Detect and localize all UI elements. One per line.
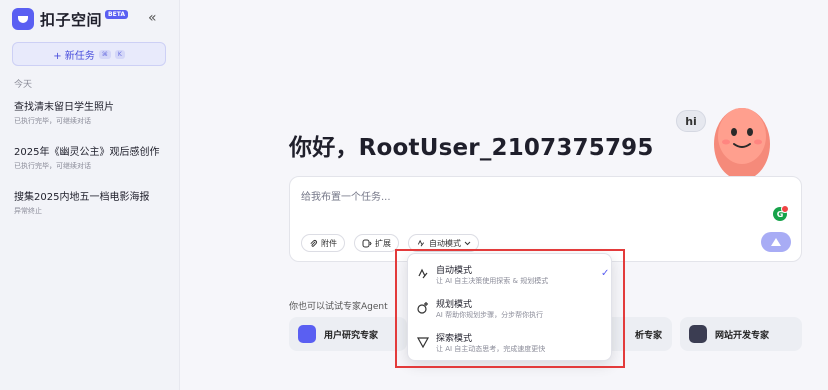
section-today: 今天 [14, 80, 33, 90]
send-icon [771, 238, 781, 246]
beta-badge: BETA [105, 9, 128, 19]
app-name: 扣子空间 [40, 10, 103, 29]
history-title: 2025年《幽灵公主》观后感创作 [14, 147, 160, 158]
brand[interactable]: 扣子空间 BETA [12, 8, 128, 30]
history-title: 查找清末留日学生照片 [14, 102, 114, 113]
shortcut-key: ⌘ [98, 49, 111, 59]
attach-label: 附件 [321, 238, 337, 248]
history-item[interactable]: 查找清末留日学生照片 已执行完毕，可继续对话 [14, 98, 174, 126]
history-item[interactable]: 2025年《幽灵公主》观后感创作 已执行完毕，可继续对话 [14, 143, 174, 171]
sidebar: 扣子空间 BETA « + 新任务 ⌘ K 今天 查找清末留日学生照片 已执行完… [0, 0, 180, 390]
grammarly-icon[interactable]: G [773, 205, 789, 221]
history-item[interactable]: 搜集2025内地五一档电影海报 异常终止 [14, 188, 174, 216]
task-input[interactable]: 给我布置一个任务... [301, 188, 391, 203]
extend-button[interactable]: 扩展 [354, 234, 399, 252]
collapse-sidebar-icon[interactable]: « [148, 10, 157, 26]
paperclip-icon [310, 239, 317, 247]
extend-icon [362, 239, 372, 247]
history-status: 已执行完毕，可继续对话 [14, 162, 91, 170]
expert-label: 网站开发专家 [715, 330, 770, 341]
hi-speech-bubble: hi [676, 110, 706, 132]
app-logo-icon [12, 8, 34, 30]
send-button[interactable] [761, 232, 791, 252]
history-status: 已执行完毕，可继续对话 [14, 117, 91, 125]
expert-card[interactable]: 网站开发专家 [680, 317, 802, 351]
user-research-icon [298, 325, 316, 343]
history-title: 搜集2025内地五一档电影海报 [14, 192, 150, 203]
mode-label: 自动模式 [429, 238, 461, 248]
expert-card[interactable]: 用户研究专家 [289, 317, 407, 351]
expert-label: 用户研究专家 [324, 330, 379, 341]
attach-button[interactable]: 附件 [301, 234, 345, 252]
extend-label: 扩展 [375, 238, 391, 248]
chevron-down-icon [464, 241, 471, 245]
history-status: 异常终止 [14, 207, 42, 215]
expert-section-label: 你也可以试试专家Agent [289, 302, 388, 312]
shortcut-key: K [114, 49, 125, 59]
mascot-icon [714, 108, 770, 180]
new-task-button[interactable]: + 新任务 ⌘ K [12, 42, 166, 66]
new-task-label: + 新任务 [53, 50, 95, 62]
expert-label: 析专家 [634, 330, 662, 341]
greeting-title: 你好，RootUser_2107375795 [289, 135, 654, 161]
web-dev-icon [689, 325, 707, 343]
auto-mode-icon [417, 239, 425, 246]
highlight-box [395, 249, 625, 368]
